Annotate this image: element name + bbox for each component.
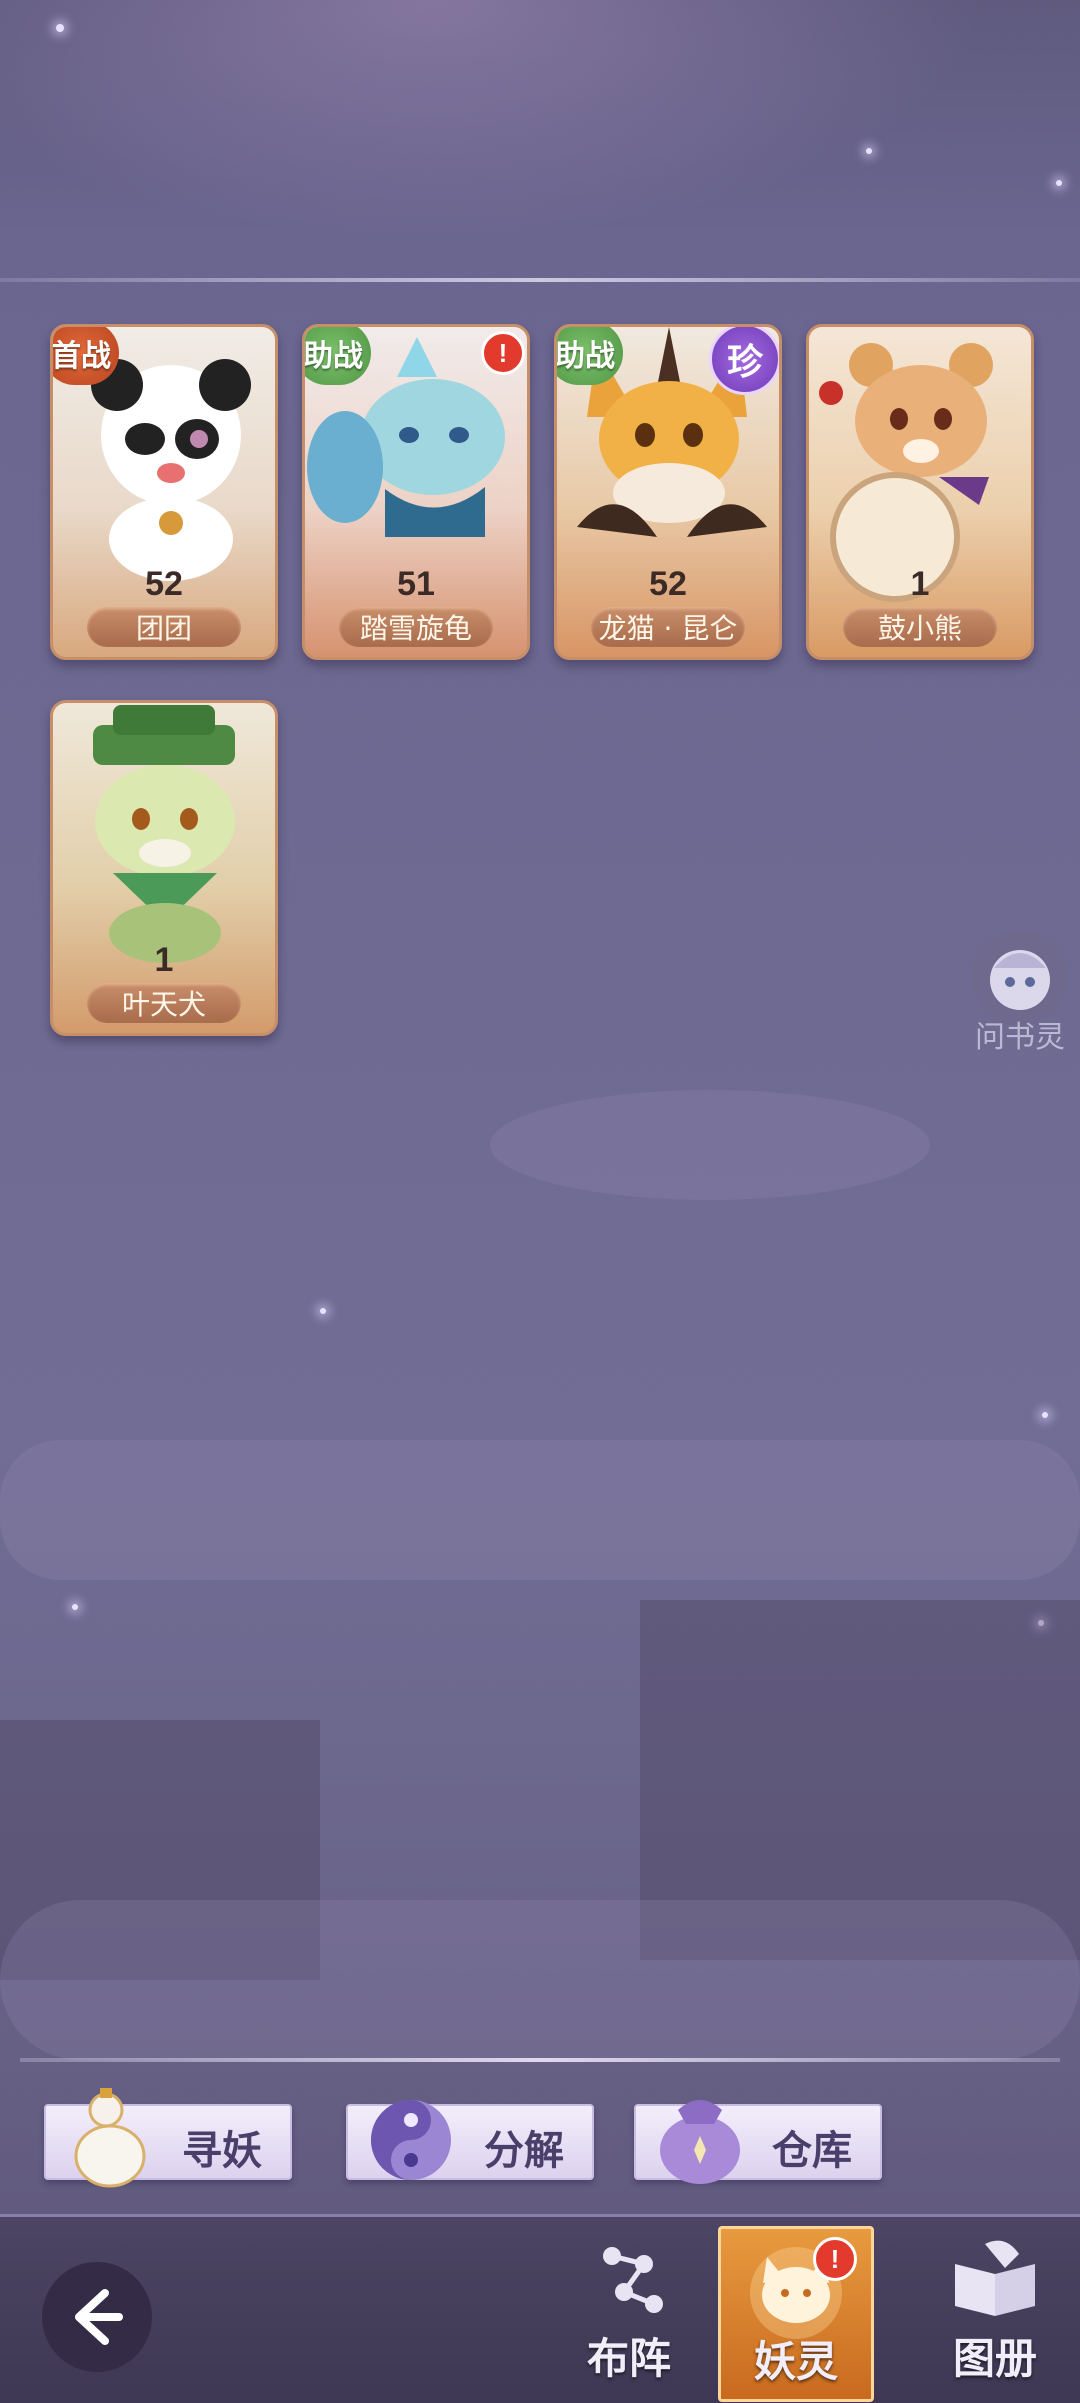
spirit-level: 1 [154, 941, 174, 979]
spirit-name: 叶天犬 [87, 983, 241, 1023]
formation-icon [603, 2247, 663, 2313]
first-battle-tag: 首战 [53, 327, 119, 385]
spirit-card-4[interactable]: 1 鼓小熊 [806, 324, 1034, 660]
star [1056, 180, 1062, 186]
rare-badge: 珍 [709, 327, 779, 395]
spirit-level: 52 [145, 565, 183, 603]
decompose-label: 分解 [484, 2128, 564, 2174]
decompose-button[interactable]: 分解 [346, 2100, 594, 2180]
tab-formation-label: 布阵 [586, 2334, 671, 2383]
cloud [0, 1440, 1080, 1580]
spirit-card-2[interactable]: 助战 ! 51 踏雪旋龟 [302, 324, 530, 660]
tab-album-label: 图册 [952, 2334, 1037, 2383]
tab-formation[interactable]: 布阵 [554, 2226, 704, 2396]
book-icon [955, 2240, 1035, 2316]
assist-tag: 助战 [557, 327, 623, 385]
cloud [490, 1090, 930, 1200]
star [56, 24, 64, 32]
warehouse-button[interactable]: 仓库 [634, 2100, 882, 2184]
assist-tag: 助战 [305, 327, 371, 385]
find-spirit-label: 寻妖 [182, 2128, 262, 2174]
bottom-divider [20, 2058, 1060, 2062]
alert-badge: ! [813, 2237, 857, 2281]
gourd-icon [74, 2088, 146, 2188]
warehouse-label: 仓库 [772, 2128, 852, 2174]
spirit-card-3[interactable]: 助战 珍 52 龙猫 · 昆仑 [554, 324, 782, 660]
spirit-name: 龙猫 · 昆仑 [591, 607, 745, 647]
cloud [0, 1900, 1080, 2060]
star [866, 148, 872, 154]
spirit-card-1[interactable]: 首战 52 团团 [50, 324, 278, 660]
tab-album[interactable]: 图册 [920, 2226, 1070, 2396]
top-divider [0, 278, 1080, 282]
spirit-card-5[interactable]: 1 叶天犬 [50, 700, 278, 1036]
tab-spirits[interactable]: ! 妖灵 [718, 2226, 874, 2402]
yin-yang-orb-icon [371, 2100, 451, 2180]
spirit-name: 团团 [87, 607, 241, 647]
bag-icon [660, 2100, 740, 2184]
bottom-nav-bar [0, 2214, 1080, 2403]
spirit-name: 鼓小熊 [843, 607, 997, 647]
sky-glow [0, 0, 1080, 280]
find-spirit-button[interactable]: 寻妖 [44, 2088, 292, 2188]
book-spirit-assistant[interactable]: 问书灵 [970, 930, 1070, 1055]
assistant-label: 问书灵 [975, 1020, 1065, 1055]
spirit-level: 51 [397, 565, 435, 603]
spirit-level: 52 [649, 565, 687, 603]
back-button[interactable] [42, 2262, 152, 2372]
spirit-level: 1 [910, 565, 930, 603]
alert-badge: ! [481, 331, 525, 375]
tab-spirits-label: 妖灵 [753, 2337, 838, 2386]
spirit-name: 踏雪旋龟 [339, 607, 493, 647]
star [1042, 1412, 1048, 1418]
star [72, 1604, 78, 1610]
star [320, 1308, 326, 1314]
back-arrow-icon [75, 2289, 123, 2345]
